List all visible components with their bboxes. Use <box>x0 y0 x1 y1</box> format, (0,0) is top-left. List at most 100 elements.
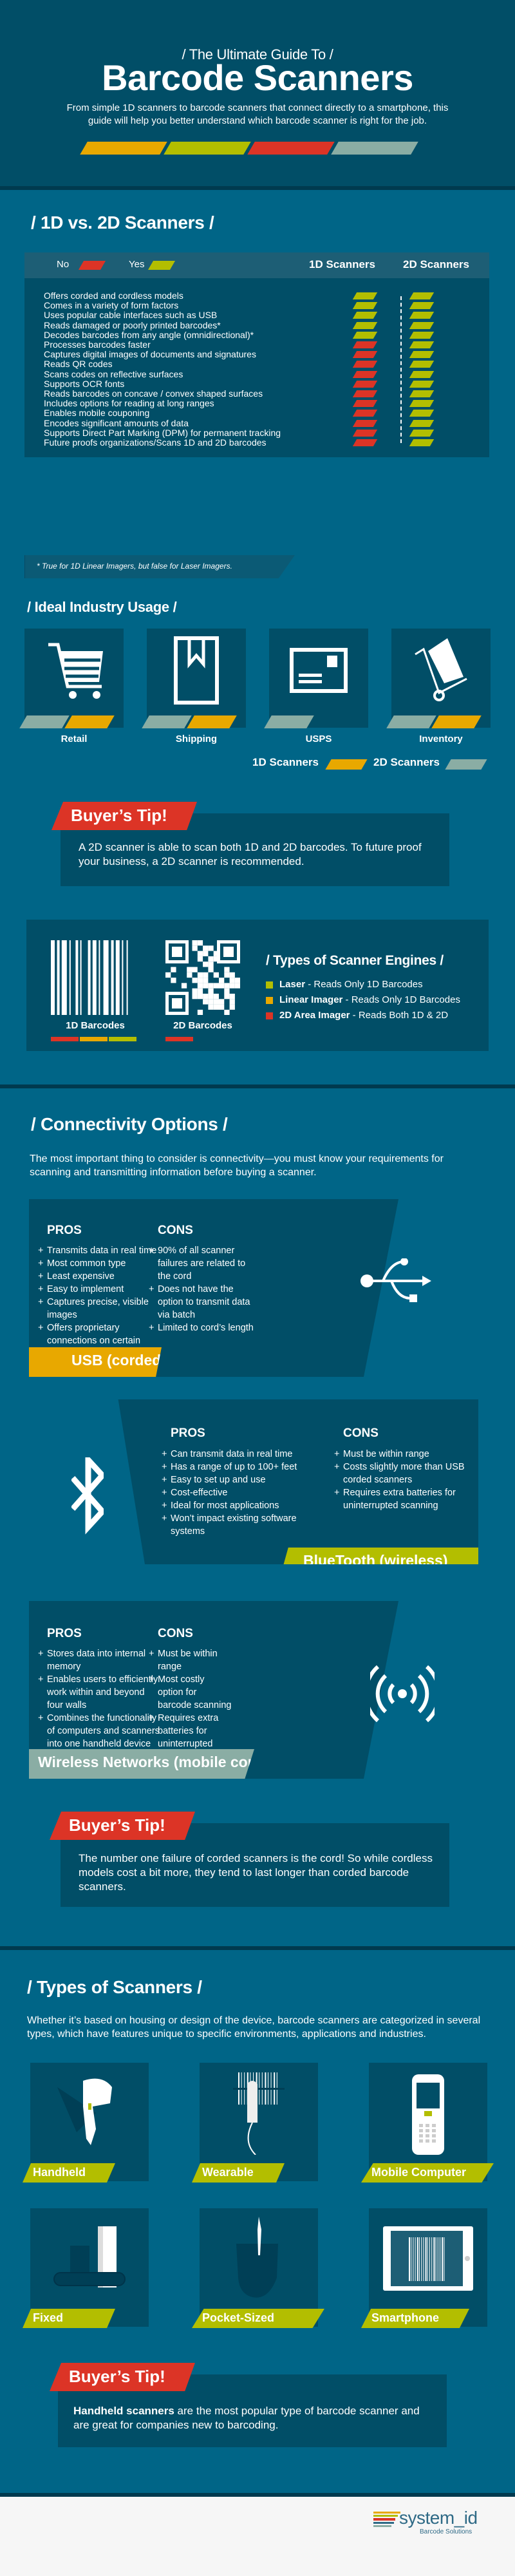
cell-yes-1d <box>352 312 378 319</box>
tip-tag-label: Buyer’s Tip! <box>71 806 167 825</box>
cell-yes-2d <box>409 341 435 348</box>
scanner-type-tag: Smartphone <box>361 2309 469 2328</box>
list-item: Ideal for most applications <box>162 1499 316 1512</box>
legend-yes-swatch <box>147 261 176 270</box>
qr-module <box>197 956 203 962</box>
barcode-bar <box>92 940 97 1015</box>
qr-module <box>203 983 209 989</box>
tip-tag-label: Buyer’s Tip! <box>69 2367 165 2386</box>
qr-module <box>219 1004 225 1010</box>
list-item: Easy to implement <box>38 1283 160 1296</box>
qr-code-icon <box>165 940 240 1015</box>
connectivity-card-usb: PROS CONS Transmits data in real timeMos… <box>29 1199 478 1377</box>
comparison-row-label: Scans codes on reflective surfaces <box>44 368 183 379</box>
industry-card-usps <box>269 629 368 728</box>
pros-heading: PROS <box>47 1627 82 1640</box>
cell-yes-2d <box>409 410 435 417</box>
industry-bar-1d <box>431 715 482 728</box>
qr-module <box>197 940 203 946</box>
qr-module <box>203 945 209 951</box>
barcode-bar <box>75 940 79 1015</box>
qr-module <box>208 967 214 972</box>
section-title-industry: / Ideal Industry Usage / <box>27 599 177 615</box>
column-header-2d: 2D Scanners <box>403 258 469 270</box>
column-header-1d: 1D Scanners <box>309 258 375 270</box>
cell-no-1d <box>352 380 378 388</box>
logo-name: system_id <box>399 2508 478 2528</box>
comparison-row-label: Decodes barcodes from any angle (omnidir… <box>44 329 254 340</box>
connectivity-card-wireless: PROS CONS Stores data into internal memo… <box>29 1601 478 1779</box>
divider <box>0 1084 515 1088</box>
qr-module <box>171 978 176 983</box>
qr-module <box>208 1004 214 1010</box>
logo-bar <box>373 2518 395 2521</box>
tip-text-2: The number one failure of corded scanner… <box>79 1852 433 1893</box>
qr-module <box>197 951 203 956</box>
comparison-row-label: Comes in a variety of form factors <box>44 300 179 311</box>
engine-item: 2D Area Imager - Reads Both 1D & 2D <box>266 1010 448 1021</box>
industry-bar-1d <box>187 715 237 728</box>
list-item: Won’t impact existing software systems <box>162 1512 316 1538</box>
barcode-bar <box>69 940 71 1015</box>
qr-module <box>208 999 214 1005</box>
list-item: Does not have the option to transmit dat… <box>149 1283 258 1321</box>
tip-text-3: Handheld scanners are the most popular t… <box>73 2404 434 2432</box>
qr-module <box>197 994 203 999</box>
cell-yes-1d <box>352 302 378 310</box>
logo-bar <box>373 2512 400 2514</box>
industry-label: Retail <box>61 734 88 744</box>
engine-color-swatch <box>266 996 273 1004</box>
qr-module <box>187 967 192 972</box>
footnote-text: * True for 1D Linear Imagers, but false … <box>37 562 232 571</box>
section-title-connectivity: / Connectivity Options / <box>31 1114 228 1134</box>
comparison-row-label: Reads QR codes <box>44 359 113 370</box>
section-title-types: / Types of Scanners / <box>27 1977 202 1997</box>
engine-desc: - Reads Both 1D & 2D <box>350 1010 449 1021</box>
list-item: Enables users to efficiently work within… <box>38 1673 160 1712</box>
cons-list: Must be within rangeCosts slightly more … <box>334 1448 476 1512</box>
legend-2d-label: 2D Scanners <box>373 756 440 768</box>
cell-yes-2d <box>409 351 435 359</box>
qr-module <box>208 961 214 967</box>
tag-label: BlueTooth (wireless) <box>303 1552 448 1564</box>
qr-module <box>223 947 234 957</box>
industry-card-retail <box>24 629 124 728</box>
logo-bar <box>373 2522 394 2524</box>
qr-module <box>192 994 198 999</box>
tip-tag-3: Buyer’s Tip! <box>50 2363 195 2391</box>
comparison-row-label: Reads damaged or poorly printed barcodes… <box>44 319 221 330</box>
qr-module <box>181 983 187 989</box>
pros-list: Can transmit data in real timeHas a rang… <box>162 1448 316 1538</box>
qr-module <box>213 983 219 989</box>
cons-list: Must be within rangeMost costly option f… <box>149 1647 232 1763</box>
envelope-icon <box>269 629 368 712</box>
engine-color-swatch <box>266 1012 273 1019</box>
qr-module <box>213 994 219 999</box>
engine-name: Laser <box>279 979 306 990</box>
qr-module <box>208 988 214 994</box>
connectivity-tag-bluetooth: BlueTooth (wireless) <box>280 1548 478 1564</box>
list-item: Requires extra batteries for uninterrupt… <box>334 1486 476 1512</box>
qr-module <box>197 978 203 983</box>
list-item: Cost-effective <box>162 1486 316 1499</box>
types-intro: Whether it’s based on housing or design … <box>27 2015 481 2040</box>
qr-module <box>203 978 209 983</box>
list-item: Most common type <box>38 1257 160 1270</box>
cell-yes-2d <box>409 302 435 310</box>
qr-module <box>224 988 230 994</box>
cons-heading: CONS <box>343 1426 379 1440</box>
qr-module <box>192 940 198 946</box>
cell-yes-2d <box>409 312 435 319</box>
engine-name: 2D Area Imager <box>279 1010 350 1021</box>
engine-color-swatch <box>266 981 273 989</box>
legend-yes-label: Yes <box>129 259 145 270</box>
list-item: Combines the functionality of computers … <box>38 1712 160 1750</box>
section-title-comparison: / 1D vs. 2D Scanners / <box>31 213 214 232</box>
qr-module <box>213 956 219 962</box>
tip-tag-label: Buyer’s Tip! <box>69 1815 165 1835</box>
stripe-orange <box>80 142 167 155</box>
barcode-bar <box>88 940 91 1015</box>
barcode-bar <box>80 940 82 1015</box>
pros-heading: PROS <box>171 1426 205 1440</box>
cell-yes-1d <box>352 292 378 299</box>
